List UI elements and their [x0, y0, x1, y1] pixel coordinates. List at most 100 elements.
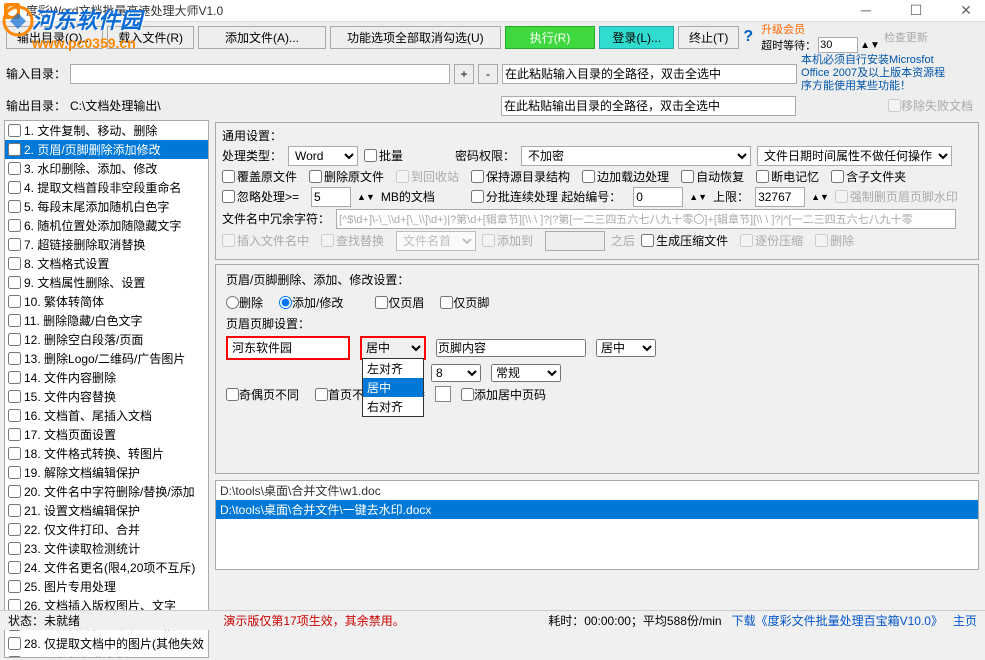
- proc-type-select[interactable]: Word: [288, 146, 358, 166]
- list-item[interactable]: 24. 文件名更名(限4,20项不互斥): [5, 558, 208, 577]
- white-color-swatch[interactable]: [435, 386, 451, 402]
- delete-radio[interactable]: [226, 296, 239, 309]
- list-item[interactable]: 14. 文件内容删除: [5, 368, 208, 387]
- list-item[interactable]: 2. 页眉/页脚删除添加修改: [5, 140, 208, 159]
- list-item[interactable]: 9. 文档属性删除、设置: [5, 273, 208, 292]
- upper-limit-input[interactable]: [755, 187, 805, 207]
- list-item-check[interactable]: [8, 276, 21, 289]
- list-item[interactable]: 6. 随机位置处添加随隐藏文字: [5, 216, 208, 235]
- remove-dir-button[interactable]: -: [478, 64, 498, 84]
- header-text-input[interactable]: [228, 338, 348, 358]
- list-item[interactable]: 13. 删除Logo/二维码/广告图片: [5, 349, 208, 368]
- paste-output-dir[interactable]: [501, 96, 796, 116]
- list-item-check[interactable]: [8, 295, 21, 308]
- list-item[interactable]: 4. 提取文档首段非空段重命名: [5, 178, 208, 197]
- options-uncheck-button[interactable]: 功能选项全部取消勾选(U): [330, 26, 501, 49]
- pwd-select[interactable]: 不加密: [521, 146, 751, 166]
- list-item[interactable]: 15. 文件内容替换: [5, 387, 208, 406]
- list-item[interactable]: 18. 文件格式转换、转图片: [5, 444, 208, 463]
- list-item-check[interactable]: [8, 371, 21, 384]
- list-item-check[interactable]: [8, 124, 21, 137]
- list-item[interactable]: 19. 解除文档编辑保护: [5, 463, 208, 482]
- stop-button[interactable]: 终止(T): [678, 26, 739, 49]
- list-item[interactable]: 22. 仅文件打印、合并: [5, 520, 208, 539]
- add-modify-radio[interactable]: [279, 296, 292, 309]
- align-dropdown-panel[interactable]: 左对齐居中右对齐: [362, 358, 424, 417]
- list-item-check[interactable]: [8, 200, 21, 213]
- list-item-check[interactable]: [8, 485, 21, 498]
- batch-cont-check[interactable]: [471, 190, 484, 203]
- list-item[interactable]: 28. 仅提取文档中的图片(其他失效: [5, 634, 208, 653]
- list-item-check[interactable]: [8, 238, 21, 251]
- ignore-size-input[interactable]: [311, 187, 351, 207]
- list-item[interactable]: 11. 删除隐藏/白色文字: [5, 311, 208, 330]
- list-item[interactable]: 29. 永久版免费定制OO: [5, 653, 208, 658]
- input-dir-field[interactable]: [70, 64, 450, 84]
- batch-check[interactable]: [364, 149, 377, 162]
- function-list[interactable]: 1. 文件复制、移动、删除2. 页眉/页脚删除添加修改3. 水印删除、添加、修改…: [4, 120, 209, 658]
- list-item-check[interactable]: [8, 257, 21, 270]
- list-item[interactable]: 12. 删除空白段落/页面: [5, 330, 208, 349]
- only-footer-check[interactable]: [440, 296, 453, 309]
- list-item-check[interactable]: [8, 333, 21, 346]
- output-dir-button[interactable]: 输出目录(O)...: [6, 26, 103, 49]
- homepage-link[interactable]: 主页: [953, 612, 977, 629]
- list-item-check[interactable]: [8, 542, 21, 555]
- check-update-link[interactable]: 检查更新: [884, 29, 928, 45]
- list-item[interactable]: 23. 文件读取检测统计: [5, 539, 208, 558]
- add-center-page-check[interactable]: [461, 388, 474, 401]
- execute-button[interactable]: 执行(R): [505, 26, 596, 49]
- file-row[interactable]: D:\tools\桌面\合并文件\w1.doc: [216, 481, 978, 500]
- power-mem-check[interactable]: [756, 170, 769, 183]
- list-item-check[interactable]: [8, 314, 21, 327]
- gen-zip-check[interactable]: [641, 234, 654, 247]
- overwrite-check[interactable]: [222, 170, 235, 183]
- file-list[interactable]: D:\tools\桌面\合并文件\w1.docD:\tools\桌面\合并文件\…: [215, 480, 979, 570]
- first-diff-check[interactable]: [315, 388, 328, 401]
- footer-align-select[interactable]: 居中: [596, 339, 656, 357]
- list-item-check[interactable]: [8, 656, 21, 658]
- paste-input-dir[interactable]: [502, 64, 797, 84]
- list-item[interactable]: 17. 文档页面设置: [5, 425, 208, 444]
- list-item[interactable]: 10. 繁体转简体: [5, 292, 208, 311]
- list-item-check[interactable]: [8, 181, 21, 194]
- list-item-check[interactable]: [8, 523, 21, 536]
- list-item[interactable]: 25. 图片专用处理: [5, 577, 208, 596]
- list-item-check[interactable]: [8, 466, 21, 479]
- font-size-select[interactable]: 8: [431, 364, 481, 382]
- list-item-check[interactable]: [8, 409, 21, 422]
- align-option[interactable]: 居中: [363, 378, 423, 397]
- only-header-check[interactable]: [375, 296, 388, 309]
- list-item-check[interactable]: [8, 219, 21, 232]
- upgrade-link[interactable]: 升级会员: [761, 21, 880, 37]
- add-dir-button[interactable]: +: [454, 64, 474, 84]
- list-item-check[interactable]: [8, 561, 21, 574]
- list-item-check[interactable]: [8, 447, 21, 460]
- align-option[interactable]: 右对齐: [363, 397, 423, 416]
- list-item[interactable]: 16. 文档首、尾插入文档: [5, 406, 208, 425]
- footer-content-input[interactable]: [436, 339, 586, 357]
- help-icon[interactable]: ?: [743, 28, 753, 46]
- font-weight-select[interactable]: 常规: [491, 364, 561, 382]
- edge-proc-check[interactable]: [582, 170, 595, 183]
- align-option[interactable]: 左对齐: [363, 359, 423, 378]
- download-link[interactable]: 下载《度彩文件批量处理百宝箱V10.0》: [732, 612, 943, 629]
- minimize-button[interactable]: ─: [851, 2, 881, 19]
- list-item[interactable]: 20. 文件名中字符删除/替换/添加: [5, 482, 208, 501]
- login-button[interactable]: 登录(L)...: [599, 26, 674, 49]
- list-item[interactable]: 21. 设置文档编辑保护: [5, 501, 208, 520]
- list-item[interactable]: 8. 文档格式设置: [5, 254, 208, 273]
- file-row[interactable]: D:\tools\桌面\合并文件\一键去水印.docx: [216, 500, 978, 519]
- date-attr-select[interactable]: 文件日期时间属性不做任何操作: [757, 146, 952, 166]
- list-item-check[interactable]: [8, 143, 21, 156]
- auto-recover-check[interactable]: [681, 170, 694, 183]
- maximize-button[interactable]: ☐: [901, 2, 931, 19]
- keep-struct-check[interactable]: [471, 170, 484, 183]
- ignore-size-check[interactable]: [222, 190, 235, 203]
- list-item-check[interactable]: [8, 390, 21, 403]
- load-files-button[interactable]: 载入文件(R): [107, 26, 194, 49]
- list-item-check[interactable]: [8, 428, 21, 441]
- list-item[interactable]: 7. 超链接删除取消替换: [5, 235, 208, 254]
- list-item-check[interactable]: [8, 637, 21, 650]
- delete-orig-check[interactable]: [309, 170, 322, 183]
